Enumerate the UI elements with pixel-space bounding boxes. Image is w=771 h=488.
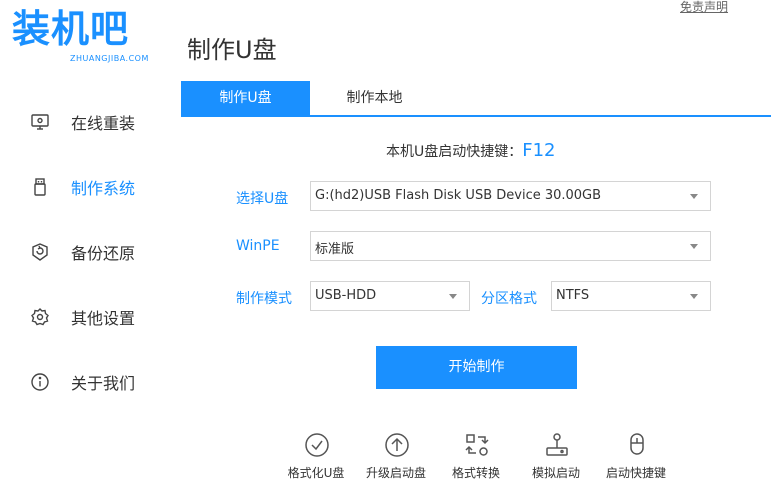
tool-boot-shortcut[interactable]: 启动快捷键 bbox=[596, 432, 676, 482]
tool-label: 格式化U盘 bbox=[287, 466, 345, 480]
convert-icon bbox=[464, 432, 490, 458]
check-circle-icon bbox=[304, 432, 330, 458]
disclaimer-link[interactable]: 免责声明 bbox=[680, 0, 728, 15]
logo-subtitle: ZHUANGJIBA.COM bbox=[70, 54, 149, 63]
start-button[interactable]: 开始制作 bbox=[376, 346, 577, 389]
mode-select-value: USB-HDD bbox=[315, 288, 377, 303]
tab-make-usb[interactable]: 制作U盘 bbox=[181, 81, 310, 115]
boot-shortcut-label: 本机U盘启动快捷键： bbox=[386, 144, 523, 160]
sidebar-item-label: 备份还原 bbox=[71, 244, 136, 263]
mode-select-label: 制作模式 bbox=[236, 291, 292, 307]
mode-select[interactable]: USB-HDD bbox=[310, 281, 470, 311]
sidebar-item-label: 关于我们 bbox=[71, 374, 136, 393]
usb-select-label: 选择U盘 bbox=[236, 191, 289, 207]
chevron-down-icon bbox=[690, 194, 698, 199]
sidebar-item-online-reinstall[interactable]: 在线重装 bbox=[0, 100, 180, 140]
partition-select-value: NTFS bbox=[556, 288, 590, 303]
logo-title: 装机吧 bbox=[12, 7, 130, 51]
tool-label: 升级启动盘 bbox=[365, 466, 426, 480]
monitor-icon bbox=[30, 112, 50, 132]
winpe-select-label: WinPE bbox=[236, 238, 280, 254]
joystick-icon bbox=[544, 432, 570, 458]
tool-format-usb[interactable]: 格式化U盘 bbox=[276, 432, 356, 482]
partition-select[interactable]: NTFS bbox=[551, 281, 711, 311]
chevron-down-icon bbox=[690, 294, 698, 299]
winpe-select-value: 标准版 bbox=[315, 242, 355, 257]
tool-simulate-boot[interactable]: 模拟启动 bbox=[516, 432, 596, 482]
tab-make-local[interactable]: 制作本地 bbox=[310, 81, 439, 115]
sidebar-item-backup-restore[interactable]: 备份还原 bbox=[0, 230, 180, 270]
usb-select-value: G:(hd2)USB Flash Disk USB Device 30.00GB bbox=[315, 188, 602, 203]
tool-label: 启动快捷键 bbox=[605, 466, 666, 480]
tool-upgrade-boot-disk[interactable]: 升级启动盘 bbox=[356, 432, 436, 482]
page-title: 制作U盘 bbox=[187, 36, 277, 64]
sidebar-item-other-settings[interactable]: 其他设置 bbox=[0, 295, 180, 335]
backup-restore-icon bbox=[30, 242, 50, 262]
logo: 装机吧 ZHUANGJIBA.COM bbox=[12, 6, 162, 66]
info-icon bbox=[30, 372, 50, 392]
boot-shortcut-key: F12 bbox=[522, 140, 556, 161]
upgrade-arrow-icon bbox=[384, 432, 410, 458]
sidebar: 在线重装 制作系统 备份还原 其他设置 关于我们 bbox=[0, 85, 180, 488]
gear-icon bbox=[30, 307, 50, 327]
sidebar-item-make-system[interactable]: 制作系统 bbox=[0, 165, 180, 205]
tool-format-convert[interactable]: 格式转换 bbox=[436, 432, 516, 482]
partition-select-label: 分区格式 bbox=[481, 291, 537, 307]
chevron-down-icon bbox=[690, 244, 698, 249]
sidebar-item-label: 其他设置 bbox=[71, 309, 136, 328]
winpe-select[interactable]: 标准版 bbox=[310, 231, 711, 261]
tab-underline bbox=[181, 115, 771, 117]
chevron-down-icon bbox=[449, 294, 457, 299]
sidebar-item-label: 在线重装 bbox=[71, 114, 136, 133]
usb-select[interactable]: G:(hd2)USB Flash Disk USB Device 30.00GB bbox=[310, 181, 711, 211]
sidebar-item-about-us[interactable]: 关于我们 bbox=[0, 360, 180, 400]
boot-shortcut-info: 本机U盘启动快捷键：F12 bbox=[386, 140, 556, 161]
tool-label: 模拟启动 bbox=[531, 466, 580, 480]
tool-label: 格式转换 bbox=[451, 466, 500, 480]
usb-drive-icon bbox=[30, 177, 50, 197]
sidebar-item-label: 制作系统 bbox=[71, 179, 136, 198]
mouse-icon bbox=[624, 432, 650, 458]
tab-bar: 制作U盘 制作本地 bbox=[181, 81, 771, 117]
